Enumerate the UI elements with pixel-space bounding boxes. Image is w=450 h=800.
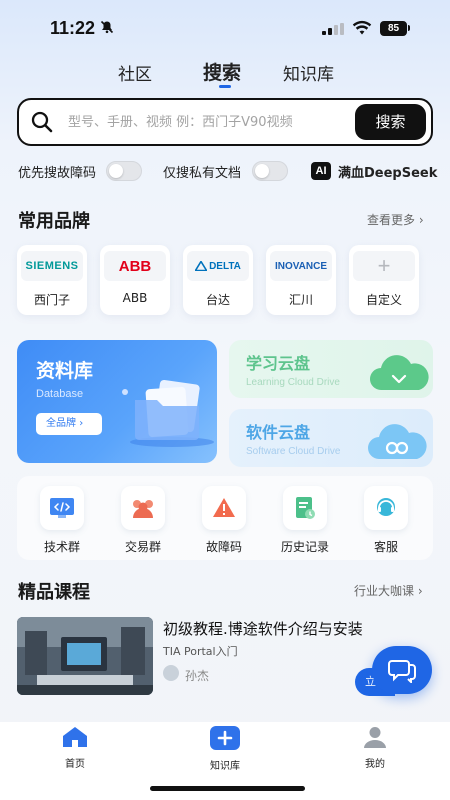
tool-label: 历史记录 [280,540,329,554]
cloud-download-icon [370,355,429,390]
chat-fab-button[interactable] [372,646,432,694]
folder-illustration-icon [122,379,214,447]
brand-card-custom[interactable]: + 自定义 [349,245,419,315]
brand-name: 自定义 [365,293,402,307]
tool-label: 交易群 [124,540,161,554]
ai-icon[interactable]: AI [311,162,331,180]
delta-triangle-icon [195,261,208,271]
status-time: 11:22 [50,18,96,38]
private-docs-only-toggle[interactable] [252,161,288,181]
headset-icon [364,486,408,530]
cellular-signal-icon [322,23,344,35]
course-author: 孙杰 [185,669,210,683]
plus-square-icon [210,726,240,750]
active-tab-indicator [219,85,231,88]
learning-cloud-title: 学习云盘 [246,354,311,373]
delta-logo-text: DELTA [209,260,241,272]
industry-experts-link[interactable]: 行业大咖课 › [354,582,423,599]
brands-view-more-link[interactable]: 查看更多 › [367,211,424,228]
code-icon [40,486,84,530]
tab-community[interactable]: 社区 [118,60,152,85]
tool-trade-group[interactable]: 交易群 [113,486,173,555]
battery-level: 85 [380,21,407,36]
inovance-logo: INOVANCE [270,251,332,281]
brand-name: 西门子 [33,293,70,307]
delta-logo: DELTA [187,251,249,281]
course-thumbnail[interactable] [17,617,153,695]
chevron-right-icon: › [418,213,424,227]
course-title[interactable]: 初级教程.博途软件介绍与安装 [163,618,363,639]
all-brands-label: 全品牌 [46,418,76,429]
chevron-right-icon: › [79,418,84,429]
brand-card-inovance[interactable]: INOVANCE 汇川 [266,245,336,315]
software-cloud-subtitle: Software Cloud Drive [246,446,341,457]
tool-tech-group[interactable]: 技术群 [32,486,92,555]
nav-label: 我的 [365,759,385,770]
course-thumbnail-image [17,617,153,695]
author-avatar [163,665,179,681]
tool-fault-code[interactable]: 故障码 [194,486,254,555]
tab-search[interactable]: 搜索 [203,58,241,85]
history-doc-icon [283,486,327,530]
nav-profile[interactable]: 我的 [340,726,410,770]
brand-name: ABB [122,291,148,305]
fault-code-first-toggle[interactable] [106,161,142,181]
wifi-icon [352,20,372,36]
brand-card-delta[interactable]: DELTA 台达 [183,245,253,315]
chat-bubble-icon [388,660,416,683]
database-subtitle: Database [36,388,84,400]
nav-knowledge-base[interactable]: 知识库 [190,726,260,772]
nav-label: 首页 [65,759,85,770]
brand-card-abb[interactable]: ABB ABB [100,245,170,315]
tool-label: 故障码 [205,540,242,554]
cloud-link-icon [368,424,427,459]
tool-label: 技术群 [43,540,80,554]
search-button[interactable]: 搜索 [355,104,426,140]
software-cloud-title: 软件云盘 [246,423,311,442]
nav-home[interactable]: 首页 [40,726,110,770]
tool-history[interactable]: 历史记录 [275,486,335,555]
nav-label: 知识库 [210,761,240,772]
siemens-logo: SIEMENS [21,251,83,281]
learning-cloud-card[interactable]: 学习云盘 Learning Cloud Drive [229,340,433,398]
brands-section-title: 常用品牌 [18,211,90,232]
plus-icon: + [353,251,415,281]
all-brands-button[interactable]: 全品牌 › [36,413,102,435]
battery-icon [408,25,410,31]
group-people-icon [121,486,165,530]
software-cloud-card[interactable]: 软件云盘 Software Cloud Drive [229,409,433,467]
tab-knowledge-base[interactable]: 知识库 [283,60,334,85]
deepseek-link[interactable]: 满血DeepSeek [338,162,437,181]
user-icon [364,727,386,748]
database-title: 资料库 [36,360,94,382]
brand-card-siemens[interactable]: SIEMENS 西门子 [17,245,87,315]
chevron-right-icon: › [417,584,423,598]
home-icon [63,727,87,747]
home-indicator [150,786,305,791]
search-input[interactable] [68,111,338,133]
tool-label: 客服 [373,540,398,554]
brand-name: 台达 [205,293,230,307]
courses-section-title: 精品课程 [18,582,90,603]
industry-experts-label: 行业大咖课 [354,584,415,598]
fault-code-first-label: 优先搜故障码 [18,166,97,181]
learning-cloud-subtitle: Learning Cloud Drive [246,377,340,388]
brand-name: 汇川 [288,293,313,307]
tool-customer-service[interactable]: 客服 [356,486,416,555]
warning-icon [202,486,246,530]
course-subtitle: TIA Portal入门 [163,645,238,658]
abb-logo: ABB [104,251,166,281]
mute-bell-icon [100,20,114,38]
search-icon [30,110,54,134]
view-more-label: 查看更多 [367,213,416,227]
private-docs-only-label: 仅搜私有文档 [163,166,242,181]
